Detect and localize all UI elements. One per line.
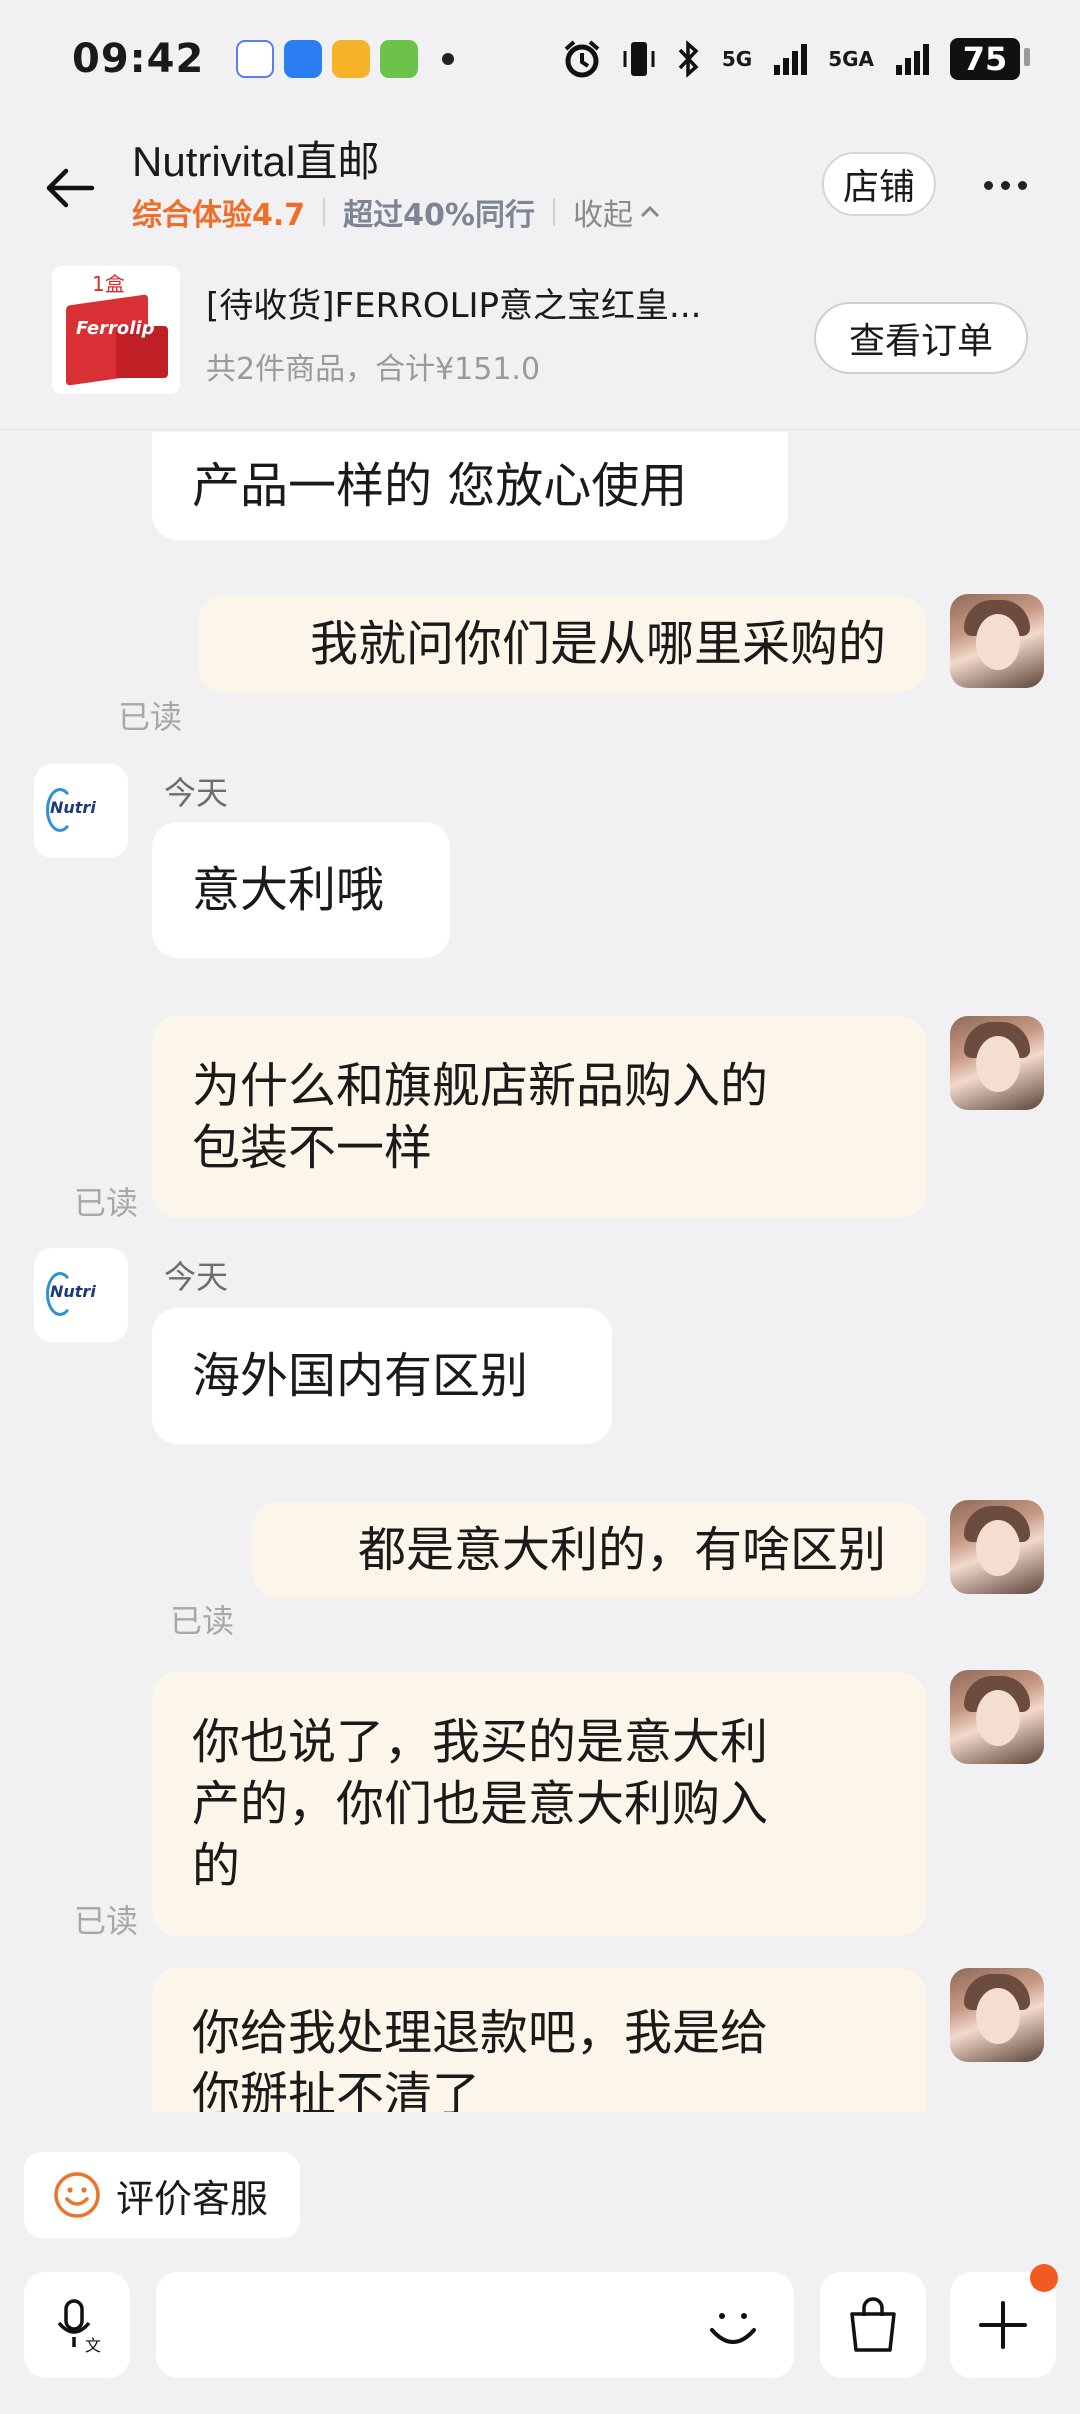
shop-meta: 综合体验4.7 超过40%同行 收起 — [132, 190, 661, 234]
back-arrow-icon[interactable] — [40, 158, 100, 218]
message-bubble-user[interactable]: 你给我处理退款吧，我是给 你掰扯不清了 — [152, 1968, 926, 2112]
bluetooth-icon — [678, 40, 699, 78]
user-avatar[interactable] — [950, 1016, 1044, 1110]
read-receipt: 已读 — [74, 1902, 139, 1940]
message-text: 都是意大利的，有啥区别 — [357, 1522, 886, 1578]
user-avatar[interactable] — [950, 1500, 1044, 1594]
user-avatar[interactable] — [950, 594, 1044, 688]
collapse-label: 收起 — [572, 198, 633, 233]
alarm-icon — [564, 40, 600, 78]
message-text: 我就问你们是从哪里采购的 — [309, 616, 886, 672]
chat-header: Nutrivital直邮 综合体验4.7 超过40%同行 收起 店铺 — [0, 118, 1080, 258]
emoji-icon[interactable] — [700, 2292, 766, 2358]
signal-icon — [774, 44, 808, 75]
product-button[interactable] — [820, 2272, 926, 2378]
notification-dot — [1030, 2264, 1058, 2292]
plus-icon — [979, 2301, 1027, 2349]
order-title[interactable]: [待收货]FERROLIP意之宝红皇... — [206, 278, 766, 327]
user-avatar[interactable] — [950, 1670, 1044, 1764]
order-summary: 共2件商品，合计¥151.0 — [206, 352, 541, 387]
battery-indicator: 75 — [950, 38, 1030, 80]
rate-service-label: 评价客服 — [116, 2176, 269, 2221]
notification-icons — [236, 40, 455, 78]
message-line-2: 你掰扯不清了 — [192, 2067, 481, 2112]
voice-input-button[interactable]: 文 — [24, 2272, 130, 2378]
more-actions-button[interactable] — [950, 2264, 1058, 2378]
message-line-1: 你给我处理退款吧，我是给 — [192, 2005, 769, 2061]
mail-app-icon — [332, 40, 371, 78]
read-receipt: 已读 — [170, 1602, 235, 1640]
message-bubble-shop[interactable]: 海外国内有区别 — [152, 1308, 612, 1444]
collapse-toggle[interactable]: 收起 — [573, 190, 661, 234]
message-text: 海外国内有区别 — [192, 1348, 529, 1404]
message-text: 意大利哦 — [192, 862, 385, 918]
order-card[interactable]: 1盒 Ferrolip [待收货]FERROLIP意之宝红皇... 共2件商品，… — [0, 258, 1080, 430]
read-receipt: 已读 — [74, 1184, 139, 1222]
message-time: 今天 — [164, 1258, 229, 1296]
message-input[interactable] — [156, 2272, 794, 2378]
input-bar: 文 — [0, 2260, 1080, 2414]
peer-comparison: 超过40%同行 — [343, 198, 535, 233]
divider — [323, 198, 326, 226]
store-button[interactable]: 店铺 — [822, 152, 936, 216]
shopping-bag-icon — [850, 2297, 896, 2352]
message-line-2: 包装不一样 — [192, 1120, 433, 1176]
read-receipt: 已读 — [118, 698, 183, 736]
status-bar: 09:42 5G 5GA 75 — [0, 0, 1080, 118]
message-bubble-user[interactable]: 你也说了，我买的是意大利 产的，你们也是意大利购入 的 — [152, 1672, 926, 1936]
message-time: 今天 — [164, 774, 229, 812]
shop-rating: 综合体验4.7 — [132, 198, 306, 233]
status-right: 5G 5GA 75 — [562, 38, 1030, 80]
divider — [552, 198, 555, 226]
thumb-quantity-label: 1盒 — [92, 272, 125, 296]
message-bubble-user[interactable]: 都是意大利的，有啥区别 — [252, 1502, 926, 1598]
shop-name[interactable]: Nutrivital直邮 — [132, 128, 379, 189]
message-app-icon — [380, 40, 419, 78]
blue-app-icon — [284, 40, 323, 78]
chat-messages[interactable]: 产品一样的 您放心使用 已读 我就问你们是从哪里采购的 Nutri 今天 意大利… — [0, 432, 1080, 2112]
message-bubble-user[interactable]: 我就问你们是从哪里采购的 — [198, 596, 926, 692]
message-text: 产品一样的 您放心使用 — [192, 458, 688, 514]
cloud-app-icon — [236, 40, 275, 78]
message-bubble-shop[interactable]: 意大利哦 — [152, 822, 450, 958]
message-line-2: 产的，你们也是意大利购入 — [192, 1776, 769, 1832]
microphone-icon: 文 — [57, 2299, 101, 2355]
more-options-icon[interactable] — [984, 170, 1044, 200]
thumb-brand: Ferrolip — [76, 318, 155, 339]
view-order-button[interactable]: 查看订单 — [814, 302, 1028, 374]
network2-label: 5GA — [828, 47, 874, 71]
message-line-3: 的 — [192, 1838, 241, 1894]
shop-avatar[interactable]: Nutri — [34, 764, 128, 858]
product-thumbnail[interactable]: 1盒 Ferrolip — [52, 266, 180, 394]
chevron-up-icon — [640, 205, 660, 218]
svg-text:文: 文 — [85, 2336, 101, 2355]
signal2-icon — [896, 44, 929, 75]
more-notifications-dot-icon — [442, 53, 455, 65]
vibrate-icon — [623, 42, 655, 76]
message-bubble-shop[interactable]: 产品一样的 您放心使用 — [152, 432, 788, 540]
status-time: 09:42 — [72, 36, 205, 82]
user-avatar[interactable] — [950, 1968, 1044, 2062]
message-line-1: 你也说了，我买的是意大利 — [192, 1714, 769, 1770]
shop-avatar[interactable]: Nutri — [34, 1248, 128, 1342]
network-label: 5G — [721, 47, 753, 71]
rate-service-button[interactable]: 评价客服 — [24, 2152, 300, 2238]
smile-icon — [54, 2172, 100, 2218]
message-line-1: 为什么和旗舰店新品购入的 — [192, 1058, 769, 1114]
message-bubble-user[interactable]: 为什么和旗舰店新品购入的 包装不一样 — [152, 1016, 926, 1218]
